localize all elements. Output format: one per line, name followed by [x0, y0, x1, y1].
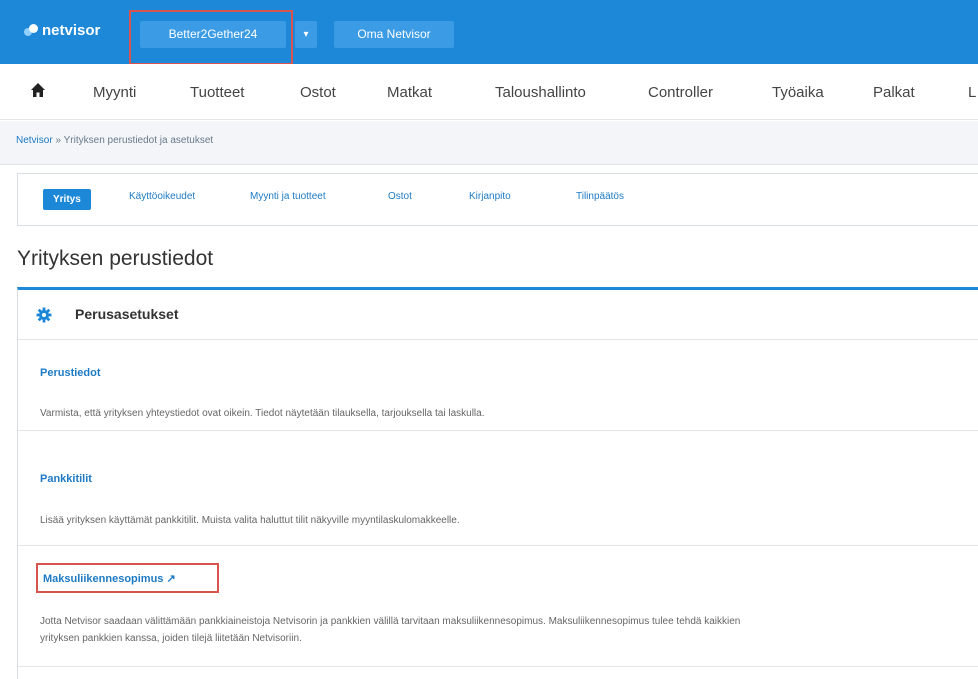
nav-item-tuotteet[interactable]: Tuotteet — [190, 84, 244, 101]
company-dropdown-toggle[interactable]: ▾ — [295, 21, 317, 48]
pankkitilit-link[interactable]: Pankkitilit — [40, 473, 92, 485]
breadcrumb: Netvisor » Yrityksen perustiedot ja aset… — [16, 135, 213, 146]
nav-item-myynti[interactable]: Myynti — [93, 84, 136, 101]
nav-item-ostot[interactable]: Ostot — [300, 84, 336, 101]
home-icon[interactable] — [30, 82, 46, 98]
nav-item-matkat[interactable]: Matkat — [387, 84, 432, 101]
netvisor-logo[interactable]: netvisor — [24, 22, 100, 39]
logo-text: netvisor — [42, 22, 101, 39]
tab-myynti-ja-tuotteet[interactable]: Myynti ja tuotteet — [250, 191, 326, 202]
nav-item-palkat[interactable]: Palkat — [873, 84, 915, 101]
tab-kayttooikeudet[interactable]: Käyttöoikeudet — [129, 191, 195, 202]
settings-row-pankkitilit: Pankkitilit Lisää yrityksen käyttämät pa… — [18, 431, 978, 546]
main-nav: Myynti Tuotteet Ostot Matkat Taloushalli… — [0, 64, 978, 120]
oma-netvisor-button[interactable]: Oma Netvisor — [334, 21, 454, 48]
nav-item-truncated[interactable]: L — [968, 84, 976, 101]
nav-item-controller[interactable]: Controller — [648, 84, 713, 101]
perusasetukset-section: Perusasetukset Perustiedot Varmista, ett… — [17, 287, 978, 679]
netvisor-logo-icon — [24, 23, 38, 38]
tab-yritys[interactable]: Yritys — [43, 189, 91, 210]
settings-tabs: Yritys Käyttöoikeudet Myynti ja tuotteet… — [17, 173, 978, 226]
section-header: Perusasetukset — [18, 290, 978, 340]
maksuliikennesopimus-description-line1: Jotta Netvisor saadaan välittämään pankk… — [40, 616, 741, 627]
maksuliikennesopimus-description-line2: yrityksen pankkien kanssa, joiden tilejä… — [40, 633, 302, 644]
tab-kirjanpito[interactable]: Kirjanpito — [469, 191, 511, 202]
section-title: Perusasetukset — [75, 306, 179, 322]
settings-row-perustiedot: Perustiedot Varmista, että yrityksen yht… — [18, 340, 978, 431]
breadcrumb-link-netvisor[interactable]: Netvisor — [16, 135, 53, 146]
maksuliikennesopimus-link[interactable]: Maksuliikennesopimus ↗ — [43, 572, 176, 585]
tab-tilinpaatos[interactable]: Tilinpäätös — [576, 191, 624, 202]
nav-item-tyoaika[interactable]: Työaika — [772, 84, 824, 101]
tab-ostot[interactable]: Ostot — [388, 191, 412, 202]
breadcrumb-bar: Netvisor » Yrityksen perustiedot ja aset… — [0, 121, 978, 165]
perustiedot-link[interactable]: Perustiedot — [40, 367, 101, 379]
breadcrumb-current: Yrityksen perustiedot ja asetukset — [63, 135, 214, 146]
perustiedot-description: Varmista, että yrityksen yhteystiedot ov… — [40, 408, 485, 419]
breadcrumb-separator: » — [55, 135, 62, 146]
company-highlight-box — [129, 10, 293, 65]
settings-row-maksuliikennesopimus: Maksuliikennesopimus ↗ Jotta Netvisor sa… — [18, 546, 978, 667]
gear-icon — [36, 307, 52, 323]
pankkitilit-description: Lisää yrityksen käyttämät pankkitilit. M… — [40, 515, 460, 526]
page-title: Yrityksen perustiedot — [17, 247, 214, 270]
nav-item-taloushallinto[interactable]: Taloushallinto — [495, 84, 586, 101]
